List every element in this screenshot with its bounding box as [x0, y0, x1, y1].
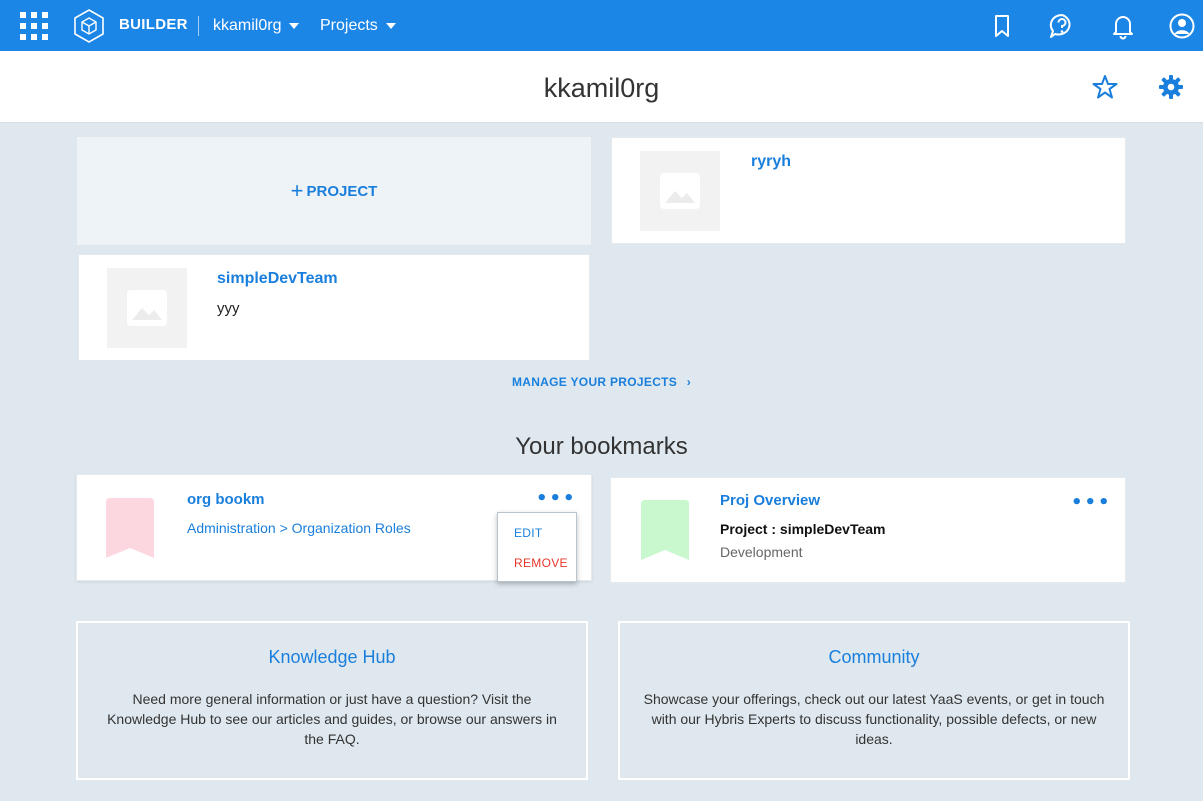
- knowledge-hub-title[interactable]: Knowledge Hub: [78, 647, 586, 668]
- topbar-divider: [198, 16, 199, 36]
- apps-grid-icon[interactable]: [20, 12, 48, 40]
- bookmark-title[interactable]: Proj Overview: [720, 492, 820, 509]
- knowledge-hub-text: Need more general information or just ha…: [107, 691, 557, 747]
- projects-dropdown-label: Projects: [320, 17, 378, 34]
- chevron-right-icon[interactable]: ›: [687, 375, 691, 389]
- bookmark-path[interactable]: Administration > Organization Roles: [187, 520, 411, 536]
- manage-projects-label[interactable]: MANAGE YOUR PROJECTS: [512, 375, 677, 389]
- project-card-ryryh[interactable]: ryryh: [611, 137, 1126, 244]
- user-profile-icon[interactable]: [1168, 12, 1196, 40]
- bookmark-project: Project : simpleDevTeam: [720, 521, 886, 537]
- community-text: Showcase your offerings, check out our l…: [643, 691, 1105, 747]
- project-thumbnail: [640, 151, 720, 231]
- project-description: yyy: [217, 300, 240, 317]
- project-card-simpledevteam[interactable]: simpleDevTeam yyy: [78, 254, 590, 361]
- manage-projects-link: MANAGE YOUR PROJECTS ›: [0, 375, 1203, 389]
- remove-menu-item[interactable]: REMOVE: [514, 556, 568, 570]
- bookmark-card-proj-overview[interactable]: Proj Overview Project : simpleDevTeam De…: [610, 477, 1126, 583]
- plus-icon: +: [290, 178, 304, 203]
- bookmark-options-menu: EDIT REMOVE: [497, 512, 577, 582]
- image-placeholder-icon: [127, 290, 167, 326]
- chevron-down-icon: [385, 23, 396, 29]
- bookmark-icon[interactable]: [988, 12, 1016, 40]
- project-name[interactable]: ryryh: [751, 153, 791, 171]
- projects-dropdown[interactable]: Projects: [320, 17, 396, 35]
- image-placeholder-icon: [660, 173, 700, 209]
- community-title[interactable]: Community: [620, 647, 1128, 668]
- brand-label[interactable]: BUILDER: [119, 16, 188, 33]
- community-box: Community Showcase your offerings, check…: [618, 621, 1130, 780]
- top-bar: BUILDER kkamil0rg Projects: [0, 0, 1203, 51]
- bookmark-title[interactable]: org bookm: [187, 491, 265, 508]
- help-icon[interactable]: [1048, 12, 1076, 40]
- chevron-down-icon: [289, 23, 300, 29]
- notification-bell-icon[interactable]: [1109, 12, 1137, 40]
- bookmarks-section-title: Your bookmarks: [515, 433, 688, 460]
- bookmark-section: Development: [720, 544, 803, 560]
- project-thumbnail: [107, 268, 187, 348]
- org-dropdown[interactable]: kkamil0rg: [213, 17, 300, 35]
- add-project-button[interactable]: + PROJECT: [76, 136, 592, 246]
- more-options-icon[interactable]: •••: [1071, 492, 1112, 513]
- add-project-label: PROJECT: [306, 182, 378, 200]
- knowledge-hub-box: Knowledge Hub Need more general informat…: [76, 621, 588, 780]
- org-dropdown-label: kkamil0rg: [213, 17, 282, 34]
- edit-menu-item[interactable]: EDIT: [514, 526, 543, 540]
- gear-icon[interactable]: [1157, 73, 1185, 101]
- builder-logo-icon[interactable]: [71, 8, 107, 44]
- project-name[interactable]: simpleDevTeam: [217, 270, 338, 288]
- bookmark-ribbon-icon: [641, 500, 689, 560]
- org-header: kkamil0rg: [0, 51, 1203, 123]
- bookmark-ribbon-icon: [106, 498, 154, 558]
- more-options-icon[interactable]: •••: [536, 488, 577, 509]
- star-icon[interactable]: [1091, 73, 1119, 101]
- page-title: kkamil0rg: [543, 73, 660, 103]
